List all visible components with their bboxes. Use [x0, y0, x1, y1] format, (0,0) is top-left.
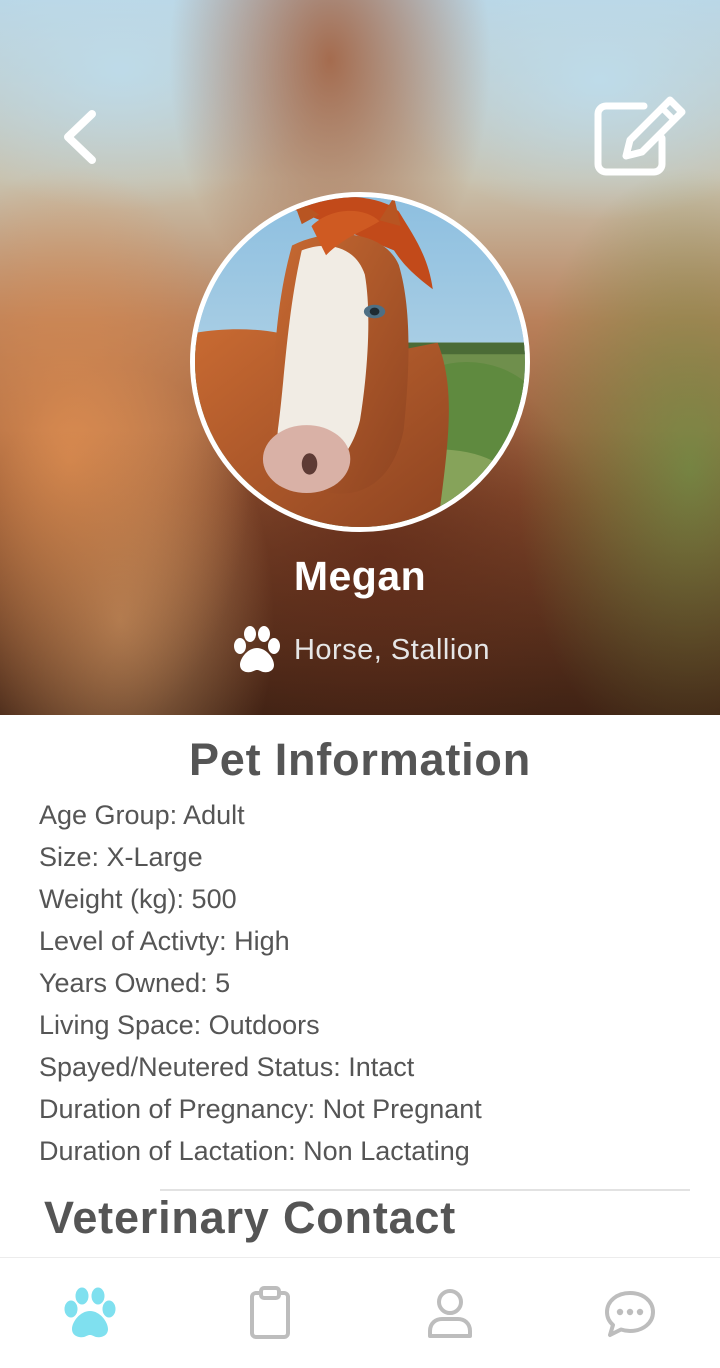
chat-bubble-icon — [605, 1291, 655, 1337]
info-lactation: Duration of Lactation: Non Lactating — [39, 1136, 470, 1166]
tab-records[interactable] — [180, 1258, 360, 1368]
pet-species: Horse, Stallion — [293, 633, 491, 666]
section-divider — [160, 1189, 690, 1191]
user-icon — [428, 1289, 472, 1338]
info-weight: Weight (kg): 500 — [39, 884, 237, 914]
info-size: Size: X-Large — [39, 842, 203, 872]
chevron-left-icon — [64, 110, 96, 164]
info-neutered-status: Spayed/Neutered Status: Intact — [39, 1052, 415, 1082]
pet-information-list: Age Group: Adult Size: X-Large Weight (k… — [39, 796, 482, 1174]
veterinary-contact-heading: Veterinary Contact — [44, 1192, 457, 1243]
tab-pets[interactable] — [0, 1258, 180, 1368]
edit-button[interactable] — [592, 94, 688, 178]
tab-profile[interactable] — [360, 1258, 540, 1368]
pet-species-row: Horse, Stallion — [0, 626, 720, 674]
pet-name: Megan — [293, 553, 427, 599]
edit-icon — [594, 96, 686, 176]
info-pregnancy: Duration of Pregnancy: Not Pregnant — [39, 1094, 482, 1124]
profile-header: Megan Horse, Stallion — [0, 0, 720, 715]
back-button[interactable] — [56, 106, 108, 168]
paw-icon — [233, 626, 280, 673]
horse-photo — [195, 197, 525, 527]
info-age-group: Age Group: Adult — [39, 800, 245, 830]
info-years-owned: Years Owned: 5 — [39, 968, 231, 998]
tab-messages[interactable] — [540, 1258, 720, 1368]
clipboard-icon — [250, 1286, 290, 1339]
info-activity-level: Level of Activty: High — [39, 926, 290, 956]
info-living-space: Living Space: Outdoors — [39, 1010, 320, 1040]
bottom-tab-bar — [0, 1257, 720, 1368]
pet-information-heading: Pet Information — [188, 734, 531, 785]
pet-avatar[interactable] — [190, 192, 530, 532]
paw-icon — [64, 1287, 116, 1338]
